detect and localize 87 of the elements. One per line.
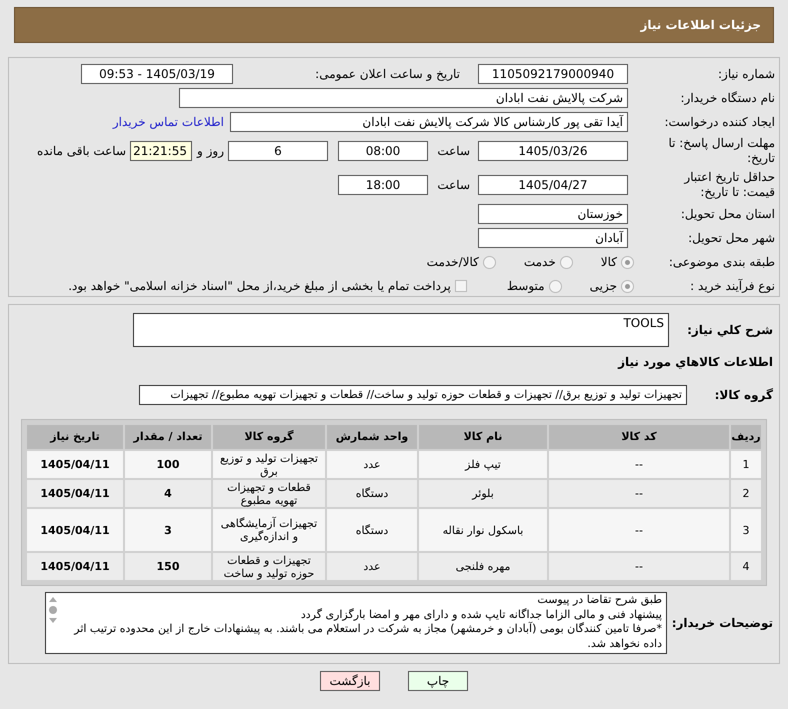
field-value: آیدا تقی پور کارشناس کالا شرکت پالایش نفت ابادان: [230, 112, 628, 132]
table-cell: 3: [125, 509, 211, 551]
table-cell: 150: [125, 553, 211, 580]
contact-link[interactable]: اطلاعات تماس خریدار: [112, 113, 224, 131]
payment-note: پرداخت تمام یا بخشی از مبلغ خرید،از محل "اسناد خزانه اسلامی" خواهد بود.: [68, 278, 451, 295]
table-cell: عدد: [327, 553, 417, 580]
days-label: روز و: [196, 144, 225, 158]
table-cell: 1: [731, 451, 761, 478]
print-button[interactable]: چاپ: [408, 671, 468, 691]
field-label: توضیحات خریدار:: [670, 616, 774, 630]
radio-label: متوسط: [506, 278, 545, 295]
field-value: 1105092179000940: [478, 64, 628, 84]
table-cell: تجهیزات تولید و توزیع برق: [213, 451, 325, 478]
note-line: طبق شرح تقاضا در پیوست: [536, 593, 662, 608]
field-label: مهلت ارسال پاسخ: تا تاریخ:: [667, 136, 776, 166]
field-value: خوزستان: [478, 204, 628, 224]
column-header: گروه کالا: [213, 425, 325, 449]
radio-label: جزیی: [590, 278, 617, 295]
radio-button[interactable]: [560, 256, 573, 268]
field-label: شرح كلي نياز:: [686, 322, 774, 338]
table-cell: 1405/04/11: [27, 480, 123, 507]
field-value: 08:00: [338, 141, 428, 161]
table-cell: 1405/04/11: [27, 451, 123, 478]
field-value: آبادان: [478, 228, 628, 248]
table-cell: 1405/04/11: [27, 509, 123, 551]
field-value: 1405/03/19 - 09:53: [81, 64, 233, 84]
table-cell: دستگاه: [327, 509, 417, 551]
field-value: 1405/04/27: [478, 175, 628, 195]
field-value: 1405/03/26: [478, 141, 628, 161]
radio-button[interactable]: [621, 256, 634, 268]
table-cell: تجهیزات آزمایشگاهی و اندازه‌گیری: [213, 509, 325, 551]
goods-group-field: تجهیزات تولید و توزیع برق// تجهیزات و قطعات حوزه تولید و ساخت// قطعات و تجهیزات تهویه مطبوع// تجهیزات: [139, 385, 687, 405]
field-value: 6: [228, 141, 328, 161]
field-value: شرکت پالایش نفت ابادان: [179, 88, 628, 108]
page-title: جزئیات اطلاعات نیاز: [640, 17, 761, 34]
table-cell: 4: [125, 480, 211, 507]
field-label: استان محل تحویل:: [680, 206, 776, 222]
section-title: اطلاعات كالاهاي مورد نياز: [616, 354, 774, 371]
checkbox[interactable]: [454, 280, 467, 292]
field-value: 18:00: [338, 175, 428, 195]
radio-button[interactable]: [548, 280, 562, 292]
table-cell: --: [549, 553, 729, 580]
table-cell: بلوئر: [419, 480, 547, 507]
time-label: ساعت: [436, 178, 471, 192]
table-cell: 3: [731, 509, 761, 551]
remaining-label: ساعت باقی مانده: [36, 144, 127, 158]
time-label: ساعت: [436, 144, 471, 158]
radio-label: خدمت: [524, 254, 556, 271]
radio-label: کالا: [600, 254, 617, 271]
table-cell: 4: [731, 553, 761, 580]
table-cell: --: [549, 451, 729, 478]
table-cell: --: [549, 509, 729, 551]
column-header: تعداد / مقدار: [125, 425, 211, 449]
column-header: ردیف: [731, 425, 761, 449]
column-header: نام کالا: [419, 425, 547, 449]
table-cell: 100: [125, 451, 211, 478]
field-label: حداقل تاریخ اعتبار قیمت: تا تاریخ:: [682, 170, 776, 200]
note-line: پیشنهاد فنی و مالی الزاما جداگانه تایپ شده و دارای مهر و امضا بارگزاری گردد: [300, 608, 662, 622]
table-cell: تیپ فلز: [419, 451, 547, 478]
column-header: کد کالا: [549, 425, 729, 449]
table-cell: 2: [731, 480, 761, 507]
table-cell: --: [549, 480, 729, 507]
note-line: *صرفا تامین کنندگان بومی (آبادان و خرمشهر) مجاز به شرکت در استعلام می باشند. به پیشنهادات خارج از این محدوده ترتیب اثر داده نخواهد شد.: [72, 622, 662, 651]
field-label: طبقه بندی موضوعی:: [668, 254, 776, 270]
field-label: گروه کالا:: [714, 388, 774, 402]
table-cell: قطعات و تجهیزات تهویه مطبوع: [213, 480, 325, 507]
table-cell: تجهیزات و قطعات حوزه تولید و ساخت: [213, 553, 325, 580]
field-value: 21:21:55: [130, 141, 192, 161]
field-label: شهر محل تحویل:: [687, 230, 776, 246]
table-cell: عدد: [327, 451, 417, 478]
radio-button[interactable]: [482, 256, 496, 268]
field-label: ایجاد کننده درخواست:: [663, 114, 776, 130]
radio-label: کالا/خدمت: [426, 254, 479, 271]
back-button[interactable]: بازگشت: [320, 671, 380, 691]
column-header: تاریخ نیاز: [27, 425, 123, 449]
scrollbar-icon: [49, 597, 57, 623]
field-label: شماره نیاز:: [717, 66, 776, 82]
field-label: نوع فرآیند خرید :: [689, 278, 776, 294]
table-cell: باسکول نوار نقاله: [419, 509, 547, 551]
column-header: واحد شمارش: [327, 425, 417, 449]
field-label: تاریخ و ساعت اعلان عمومی:: [314, 66, 461, 82]
field-label: نام دستگاه خریدار:: [680, 90, 776, 106]
description-field[interactable]: TOOLS: [133, 313, 669, 347]
table-cell: مهره فلنجی: [419, 553, 547, 580]
table-cell: 1405/04/11: [27, 553, 123, 580]
table-cell: دستگاه: [327, 480, 417, 507]
radio-button[interactable]: [621, 280, 634, 292]
